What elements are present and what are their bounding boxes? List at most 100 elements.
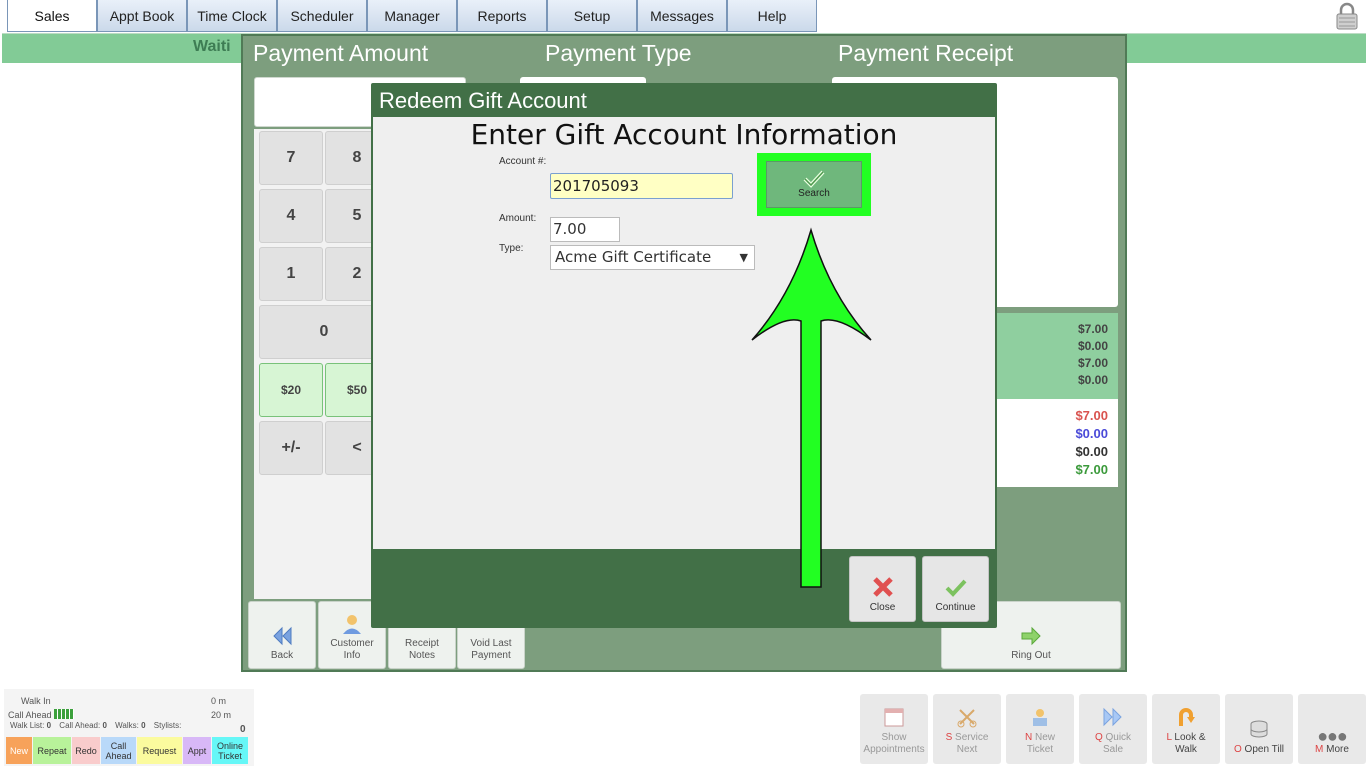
tab-messages[interactable]: Messages	[637, 0, 727, 32]
payment-receipt-header: Payment Receipt	[838, 40, 1014, 66]
checkmark-icon	[945, 579, 966, 597]
open-till-hotkey: O	[1233, 744, 1242, 755]
account-number-input[interactable]: 201705093	[550, 173, 733, 199]
summary-value: $0.00	[1077, 339, 1108, 353]
walk-list-count: 0	[46, 721, 52, 730]
more-label: More	[1326, 744, 1349, 755]
void-last-line1: Void Last	[470, 638, 512, 649]
quick-sale-line2: Sale	[1102, 744, 1123, 755]
tab-setup[interactable]: Setup	[547, 0, 637, 32]
wait-counts: Walk List: 0 Call Ahead: 0 Walks: 0 Styl…	[10, 721, 181, 730]
back-button[interactable]: Back	[248, 601, 316, 669]
type-label: Type:	[499, 243, 524, 254]
u-turn-icon	[1179, 708, 1195, 726]
key-4[interactable]: 4	[259, 189, 323, 243]
ring-out-label: Ring Out	[1011, 650, 1051, 661]
more-button[interactable]: ●●● M More	[1298, 694, 1366, 764]
tab-time-clock[interactable]: Time Clock	[187, 0, 277, 32]
summary-value: $0.00	[1077, 373, 1108, 387]
payment-type-header: Payment Type	[545, 40, 692, 66]
continue-button[interactable]: Continue	[922, 556, 989, 622]
quick-sale-hotkey: Q	[1094, 732, 1103, 743]
chip-call-ahead[interactable]: Call Ahead	[101, 737, 136, 764]
open-till-label: Open Till	[1244, 744, 1285, 755]
walk-in-label: Walk In	[21, 696, 51, 706]
payment-summary-totals: $7.00 $0.00 $7.00 $0.00	[997, 313, 1118, 399]
chip-redo[interactable]: Redo	[72, 737, 100, 764]
key-plus-minus[interactable]: +/-	[259, 421, 323, 475]
call-ahead-meter	[54, 709, 74, 719]
call-ahead-count-label: Call Ahead:	[59, 721, 101, 730]
look-walk-hotkey: L	[1166, 732, 1172, 743]
quick-sale-button[interactable]: Q Quick Sale	[1079, 694, 1147, 764]
customer-info-line1: Customer	[330, 638, 374, 649]
close-label: Close	[869, 602, 896, 613]
pointer-arrow-icon	[751, 227, 872, 588]
summary-value: $7.00	[1075, 462, 1108, 477]
summary-value: $0.00	[1075, 444, 1108, 459]
receipt-notes-line2: Notes	[408, 650, 436, 661]
close-x-icon	[872, 577, 893, 597]
new-ticket-line2: Ticket	[1026, 744, 1054, 755]
amount-input[interactable]: 7.00	[550, 217, 620, 242]
key-20-dollars[interactable]: $20	[259, 363, 323, 417]
search-button[interactable]: Search	[766, 161, 862, 208]
key-0[interactable]: 0	[259, 305, 389, 359]
key-7[interactable]: 7	[259, 131, 323, 185]
tab-manager[interactable]: Manager	[367, 0, 457, 32]
look-walk-line2: Walk	[1175, 744, 1197, 755]
chip-online-ticket[interactable]: Online Ticket	[212, 737, 248, 764]
new-ticket-button[interactable]: N New Ticket	[1006, 694, 1074, 764]
open-till-button[interactable]: O Open Till	[1225, 694, 1293, 764]
payment-summary-balance: $7.00 $0.00 $0.00 $7.00	[997, 399, 1118, 487]
look-and-walk-button[interactable]: L Look & Walk	[1152, 694, 1220, 764]
tab-scheduler[interactable]: Scheduler	[277, 0, 367, 32]
call-ahead-label: Call Ahead	[8, 710, 52, 720]
payment-amount-header: Payment Amount	[253, 40, 429, 66]
summary-value: $7.00	[1077, 322, 1108, 336]
checkmark-icon	[803, 170, 825, 188]
summary-value: $0.00	[1075, 426, 1108, 441]
account-number-label: Account #:	[499, 156, 547, 167]
stylists-label: Stylists:	[153, 721, 182, 730]
tab-sales[interactable]: Sales	[7, 0, 97, 32]
receipt-notes-line1: Receipt	[405, 638, 439, 649]
coin-stack-icon	[1250, 720, 1268, 738]
dropdown-caret-icon: ▼	[739, 251, 748, 264]
show-appts-line1: Show	[881, 732, 907, 743]
new-ticket-label: New	[1035, 732, 1056, 743]
walk-in-time: 0 m	[211, 696, 227, 706]
lock-icon[interactable]	[1335, 2, 1359, 30]
chip-request[interactable]: Request	[137, 737, 182, 764]
chip-repeat[interactable]: Repeat	[33, 737, 71, 764]
service-next-line2: Next	[956, 744, 978, 755]
top-nav-tabs: Sales Appt Book Time Clock Scheduler Man…	[7, 0, 817, 32]
tab-help[interactable]: Help	[727, 0, 817, 32]
redeem-gift-account-dialog: Redeem Gift Account	[371, 83, 997, 628]
stylists-total: 0	[240, 724, 246, 735]
chip-appt[interactable]: Appt	[183, 737, 211, 764]
tab-appt-book[interactable]: Appt Book	[97, 0, 187, 32]
walks-label: Walks:	[115, 721, 139, 730]
summary-value: $7.00	[1077, 356, 1108, 370]
chip-new[interactable]: New	[6, 737, 32, 764]
continue-label: Continue	[935, 602, 976, 613]
key-1[interactable]: 1	[259, 247, 323, 301]
search-label: Search	[798, 188, 830, 199]
gift-type-select[interactable]: Acme Gift Certificate ▼	[550, 245, 755, 270]
customer-icon	[343, 615, 361, 634]
service-next-hotkey: S	[945, 732, 953, 743]
tab-reports[interactable]: Reports	[457, 0, 547, 32]
dialog-heading: Enter Gift Account Information	[470, 118, 898, 151]
service-next-button[interactable]: S Service Next	[933, 694, 1001, 764]
walks-count: 0	[141, 721, 146, 730]
gift-type-value: Acme Gift Certificate	[555, 248, 712, 266]
back-arrows-icon	[273, 626, 292, 646]
waiting-label: Waiti	[193, 38, 231, 55]
more-hotkey: M	[1315, 744, 1324, 755]
back-label: Back	[270, 650, 294, 661]
void-last-line2: Payment	[471, 650, 511, 661]
show-appointments-button[interactable]: Show Appointments	[860, 694, 928, 764]
dialog-title: Redeem Gift Account	[379, 88, 587, 113]
calendar-icon	[884, 708, 904, 727]
